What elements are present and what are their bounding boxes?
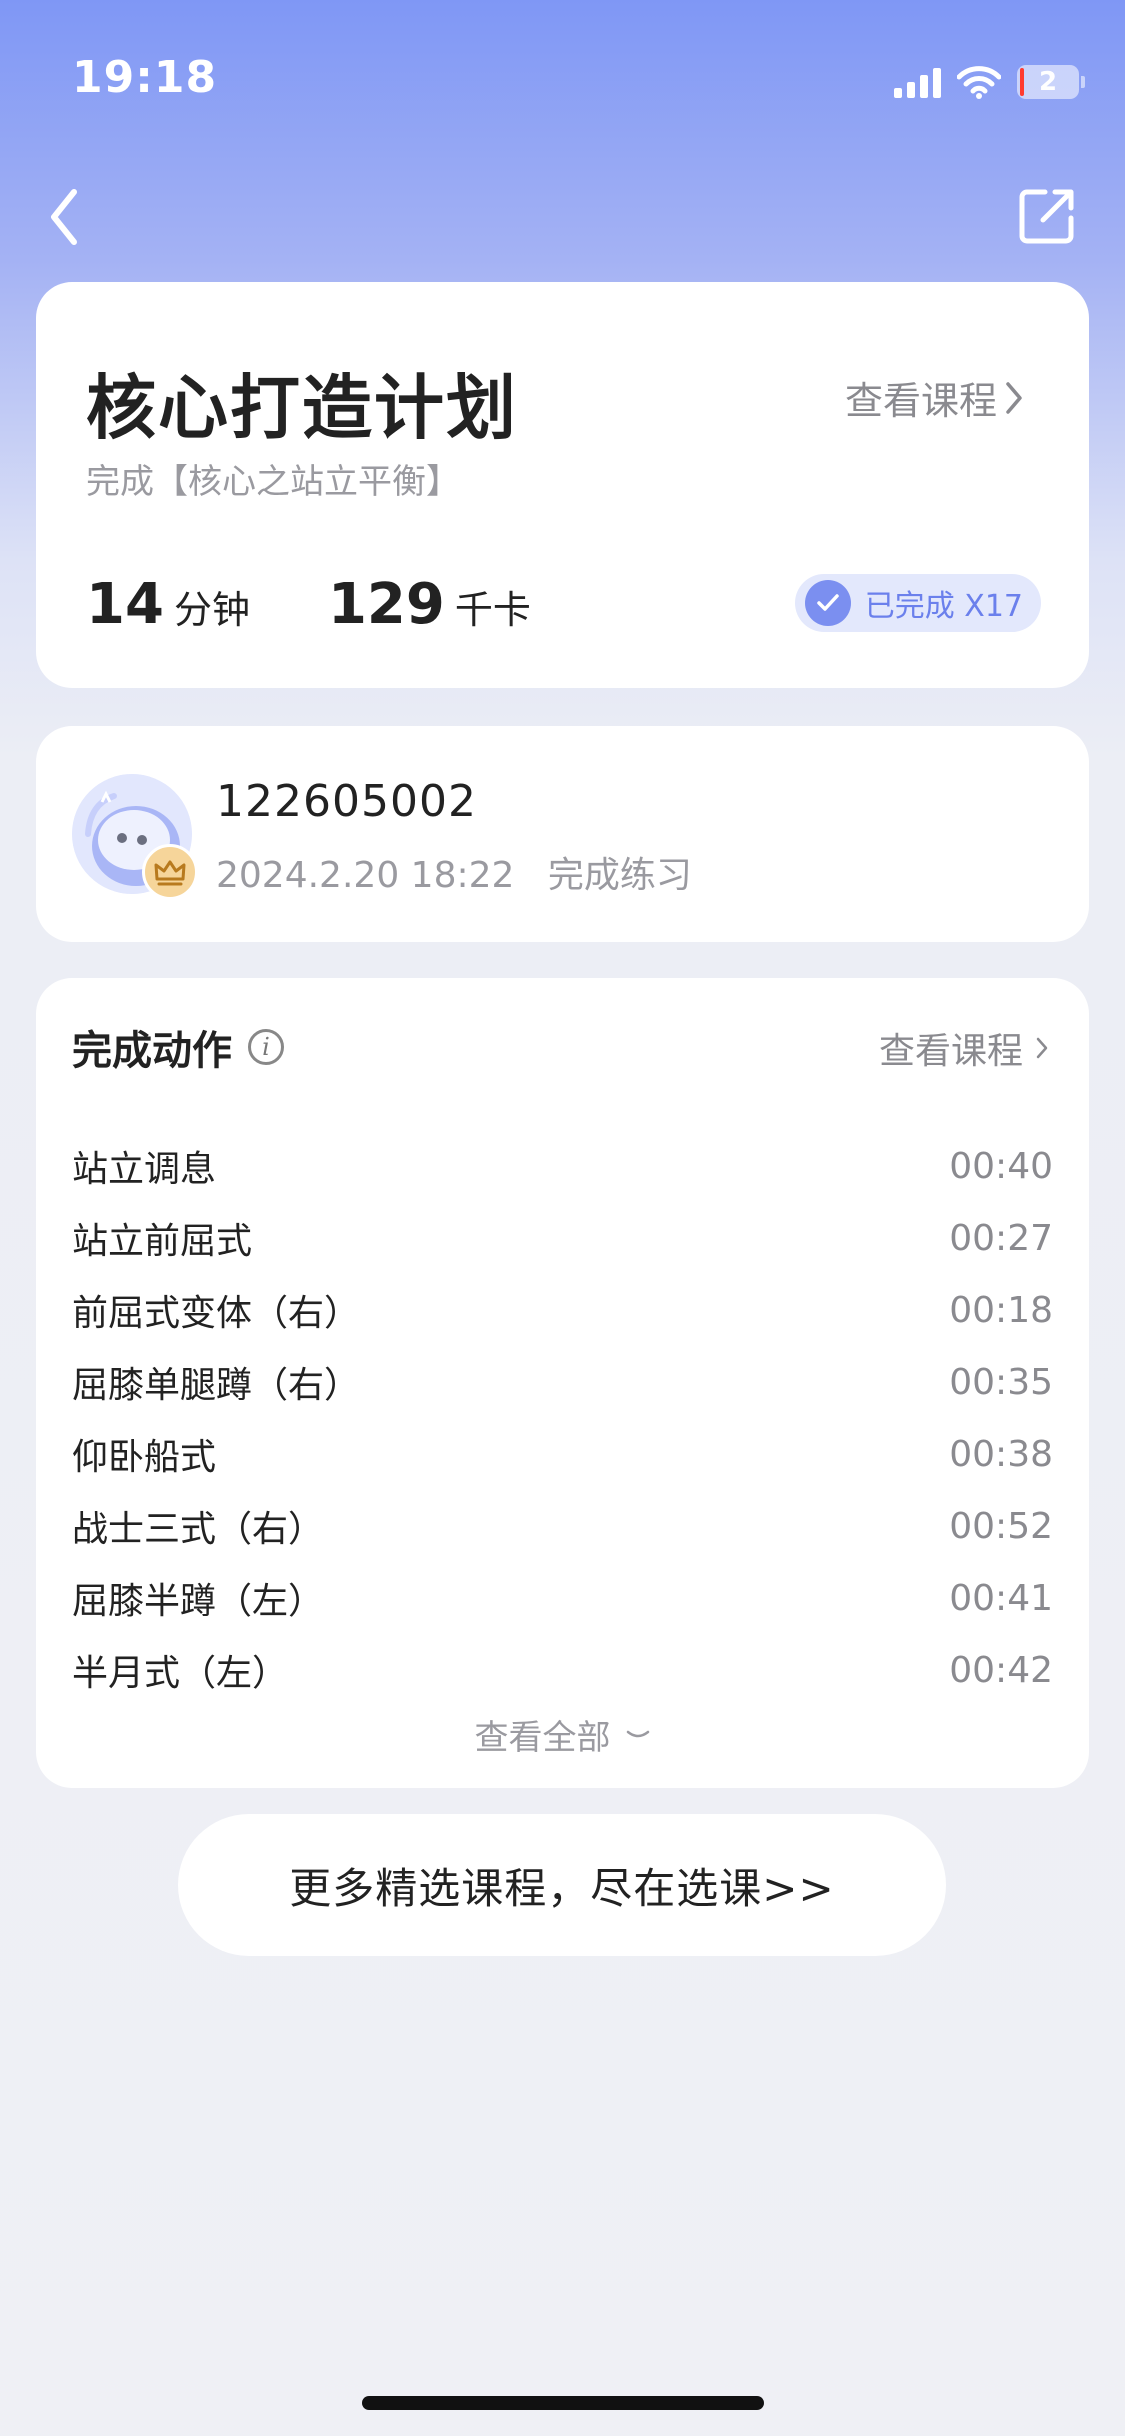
action-row: 站立前屈式 00:27 bbox=[72, 1202, 1053, 1274]
action-time: 00:35 bbox=[949, 1361, 1053, 1403]
action-time: 00:42 bbox=[949, 1649, 1053, 1691]
duration-unit: 分钟 bbox=[173, 588, 250, 632]
home-indicator bbox=[362, 2396, 764, 2410]
info-icon[interactable]: i bbox=[248, 1029, 284, 1065]
user-id: 122605002 bbox=[216, 776, 477, 827]
wifi-icon bbox=[957, 66, 1001, 99]
action-time: 00:27 bbox=[949, 1217, 1053, 1259]
action-row: 前屈式变体（右） 00:18 bbox=[72, 1274, 1053, 1346]
section-header: 完成动作 i bbox=[72, 1018, 284, 1076]
status-bar: 19:18 2 bbox=[0, 0, 1125, 140]
action-time: 00:52 bbox=[949, 1505, 1053, 1547]
plan-stats: 14 分钟 129 千卡 bbox=[86, 572, 609, 637]
action-name: 半月式（左） bbox=[72, 1653, 289, 1694]
view-course-label: 查看课程 bbox=[844, 379, 997, 423]
status-time: 19:18 bbox=[72, 52, 218, 103]
completed-actions-card: 完成动作 i 查看课程 站立调息 00:40 站立前屈式 00:27 前屈式变体… bbox=[36, 978, 1089, 1788]
user-record-card: 122605002 2024.2.20 18:22 完成练习 bbox=[36, 726, 1089, 942]
status-icons: 2 bbox=[894, 60, 1085, 104]
chevron-right-icon bbox=[1006, 381, 1022, 414]
action-name: 屈膝半蹲（左） bbox=[72, 1581, 325, 1622]
view-course-label-secondary: 查看课程 bbox=[878, 1031, 1023, 1072]
completed-count: 已完成 X17 bbox=[864, 589, 1023, 624]
view-course-link[interactable]: 查看课程 bbox=[845, 370, 1025, 425]
view-all-button[interactable]: 查看全部 bbox=[36, 1710, 1089, 1759]
chevron-left-icon[interactable] bbox=[40, 182, 92, 252]
cellular-signal-icon bbox=[894, 66, 941, 98]
calories-value: 129 bbox=[327, 572, 445, 637]
completed-badge: 已完成 X17 bbox=[794, 574, 1041, 632]
action-name: 战士三式（右） bbox=[72, 1509, 325, 1550]
action-time: 00:18 bbox=[949, 1289, 1053, 1331]
chevron-right-icon bbox=[1036, 1037, 1048, 1059]
action-time: 00:40 bbox=[949, 1145, 1053, 1187]
view-all-label: 查看全部 bbox=[474, 1718, 611, 1758]
action-name: 站立前屈式 bbox=[72, 1221, 253, 1262]
action-list: 站立调息 00:40 站立前屈式 00:27 前屈式变体（右） 00:18 屈膝… bbox=[72, 1130, 1053, 1706]
action-row: 仰卧船式 00:38 bbox=[72, 1418, 1053, 1490]
action-name: 屈膝单腿蹲（右） bbox=[72, 1365, 361, 1406]
duration-value: 14 bbox=[86, 572, 164, 637]
plan-subtitle: 完成【核心之站立平衡】 bbox=[86, 462, 460, 502]
section-title: 完成动作 bbox=[72, 1028, 232, 1074]
action-time: 00:41 bbox=[949, 1577, 1053, 1619]
action-row: 战士三式（右） 00:52 bbox=[72, 1490, 1053, 1562]
action-name: 仰卧船式 bbox=[72, 1437, 217, 1478]
plan-title: 核心打造计划 bbox=[86, 367, 518, 449]
crown-icon bbox=[142, 844, 198, 900]
action-row: 半月式（左） 00:42 bbox=[72, 1634, 1053, 1706]
check-icon bbox=[804, 580, 851, 626]
more-courses-button[interactable]: 更多精选课程，尽在选课>> bbox=[178, 1814, 946, 1956]
record-date: 2024.2.20 18:22 bbox=[216, 855, 515, 896]
battery-level: 2 bbox=[1038, 67, 1058, 97]
action-row: 屈膝单腿蹲（右） 00:35 bbox=[72, 1346, 1053, 1418]
action-time: 00:38 bbox=[949, 1433, 1053, 1475]
record-status: 完成练习 bbox=[547, 855, 692, 896]
calories-unit: 千卡 bbox=[454, 588, 531, 632]
battery-icon: 2 bbox=[1017, 65, 1079, 99]
plan-summary-card: 核心打造计划 查看课程 完成【核心之站立平衡】 14 分钟 129 千卡 已完成… bbox=[36, 282, 1089, 688]
share-icon[interactable] bbox=[1017, 186, 1077, 246]
record-meta: 2024.2.20 18:22 完成练习 bbox=[216, 846, 692, 898]
action-name: 前屈式变体（右） bbox=[72, 1293, 361, 1334]
action-row: 屈膝半蹲（左） 00:41 bbox=[72, 1562, 1053, 1634]
action-name: 站立调息 bbox=[72, 1149, 217, 1190]
view-course-link-secondary[interactable]: 查看课程 bbox=[879, 1022, 1049, 1074]
chevron-down-icon bbox=[626, 1730, 649, 1737]
action-row: 站立调息 00:40 bbox=[72, 1130, 1053, 1202]
